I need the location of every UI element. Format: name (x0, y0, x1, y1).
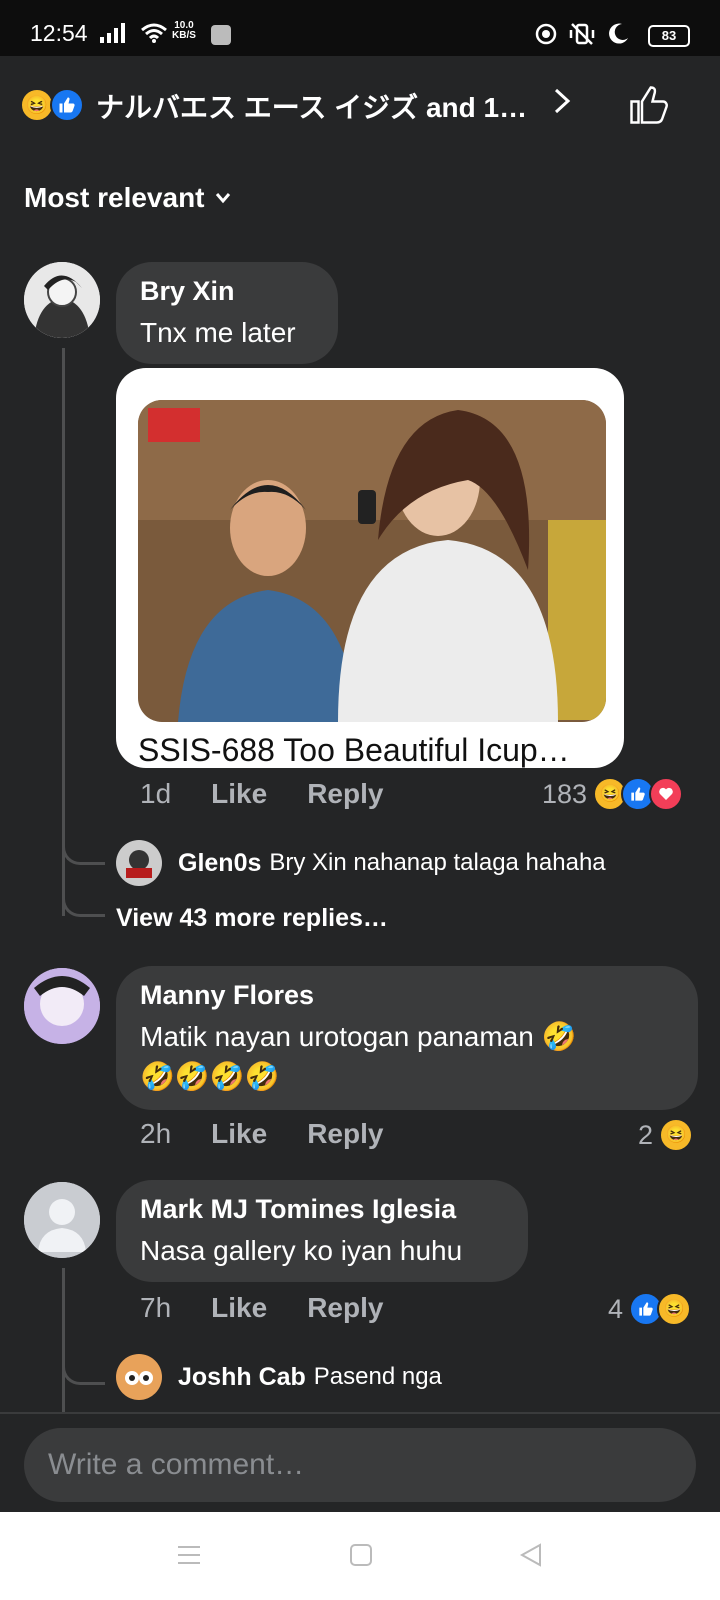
like-button[interactable]: Like (211, 1292, 267, 1324)
comment-composer (0, 1412, 720, 1514)
comment-text: Tnx me later (140, 317, 296, 348)
chevron-down-icon (215, 193, 230, 204)
header-reactions[interactable]: 😆 (20, 88, 84, 122)
thread-branch (62, 1340, 105, 1385)
reply-item[interactable]: Joshh Cab Pasend nga (116, 1354, 442, 1400)
reply-text: Pasend nga (313, 1363, 442, 1390)
chevron-right-icon[interactable] (552, 86, 572, 124)
comment-bubble[interactable]: Mark MJ Tomines Iglesia Nasa gallery ko … (116, 1180, 528, 1282)
reply-author[interactable]: Glen0s (178, 849, 261, 878)
comment-author[interactable]: Mark MJ Tomines Iglesia (140, 1194, 504, 1225)
like-emoji-icon (50, 88, 84, 122)
reply-item[interactable]: Glen0s Bry Xin nahanap talaga hahaha (116, 840, 606, 886)
like-icon[interactable] (628, 84, 670, 131)
link-preview-card[interactable]: SSIS-688 Too Beautiful Icup… (116, 368, 624, 768)
laugh-emoji-icon: 😆 (659, 1118, 694, 1152)
reply-text: Bry Xin nahanap talaga hahaha (269, 849, 606, 876)
reaction-summary[interactable]: 183 😆 (542, 777, 684, 811)
reaction-count: 4 (608, 1293, 624, 1324)
reaction-count: 183 (542, 778, 588, 809)
sort-dropdown[interactable]: Most relevant (24, 182, 231, 214)
vibrate-off-icon (569, 23, 595, 45)
reaction-summary[interactable]: 4 😆 (608, 1292, 692, 1326)
comment-time: 1d (140, 778, 172, 809)
reply-button[interactable]: Reply (307, 1292, 383, 1324)
back-icon[interactable] (518, 1542, 544, 1568)
thread-branch (62, 880, 105, 917)
sort-label: Most relevant (24, 182, 205, 213)
reply-button[interactable]: Reply (307, 1118, 383, 1150)
status-time: 12:54 (30, 20, 88, 46)
reaction-summary[interactable]: 2 😆 (638, 1118, 694, 1152)
comment-author[interactable]: Bry Xin (140, 276, 314, 307)
love-emoji-icon (649, 777, 684, 811)
comment-actions: 7h Like Reply (140, 1292, 383, 1324)
like-button[interactable]: Like (211, 778, 267, 810)
like-button[interactable]: Like (211, 1118, 267, 1150)
status-bar: 12:54 10.0 KB/S 83 (0, 0, 720, 56)
wifi-icon (141, 23, 167, 43)
comment-time: 7h (140, 1292, 172, 1323)
comment-text: Matik nayan urotogan panaman 🤣 (140, 1021, 577, 1052)
reaction-count: 2 (638, 1119, 654, 1150)
comment-author[interactable]: Manny Flores (140, 980, 674, 1011)
signal-icon (100, 21, 125, 43)
comment-time: 2h (140, 1118, 172, 1149)
avatar[interactable] (24, 968, 100, 1044)
reply-button[interactable]: Reply (307, 778, 383, 810)
avatar[interactable] (24, 1182, 100, 1258)
battery-indicator: 83 (648, 25, 690, 47)
view-more-replies-link[interactable]: View 43 more replies… (116, 904, 388, 933)
comment-bubble[interactable]: Bry Xin Tnx me later (116, 262, 338, 364)
avatar[interactable] (24, 262, 100, 338)
app-notification-icon (211, 25, 231, 45)
reply-author[interactable]: Joshh Cab (178, 1363, 306, 1392)
comment-text-line2: 🤣🤣🤣🤣 (140, 1061, 280, 1092)
laugh-emoji-icon: 😆 (20, 88, 54, 122)
home-icon[interactable] (348, 1542, 374, 1568)
eye-comfort-icon (535, 23, 557, 45)
thread-branch (62, 820, 105, 865)
avatar[interactable] (116, 1354, 162, 1400)
reactions-header: 😆 ナルバエス エース イジズ and 1… (0, 56, 720, 156)
system-nav-bar (0, 1512, 720, 1600)
reactions-title[interactable]: ナルバエス エース イジズ and 1… (96, 86, 527, 126)
menu-icon[interactable] (176, 1542, 202, 1568)
link-preview-title[interactable]: SSIS-688 Too Beautiful Icup… (138, 732, 570, 768)
comment-text: Nasa gallery ko iyan huhu (140, 1235, 463, 1266)
avatar[interactable] (116, 840, 162, 886)
laugh-emoji-icon: 😆 (657, 1292, 692, 1326)
comment-input[interactable] (24, 1428, 696, 1502)
net-speed-unit: KB/S (172, 30, 196, 41)
link-preview-image[interactable] (138, 400, 606, 722)
comment-bubble[interactable]: Manny Flores Matik nayan urotogan panama… (116, 966, 698, 1110)
net-speed: 10.0 KB/S (172, 21, 196, 41)
moon-icon (609, 23, 628, 44)
comment-actions: 2h Like Reply (140, 1118, 383, 1150)
comment-actions: 1d Like Reply (140, 778, 383, 810)
